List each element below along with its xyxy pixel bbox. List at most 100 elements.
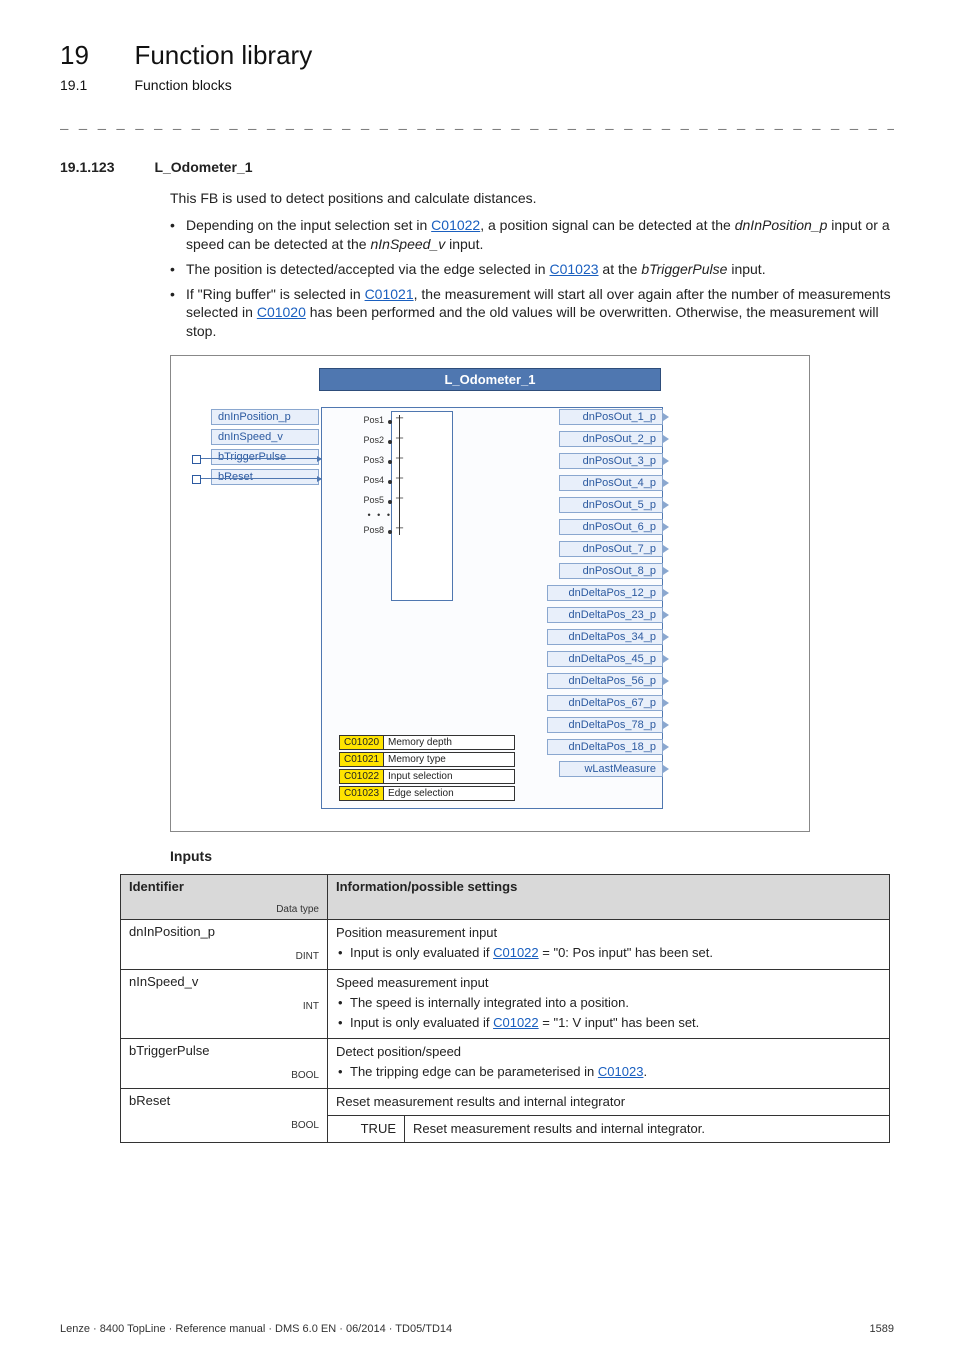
port-out: dnDeltaPos_23_p [547,607,663,623]
port-out: dnDeltaPos_18_p [547,739,663,755]
separator: _ _ _ _ _ _ _ _ _ _ _ _ _ _ _ _ _ _ _ _ … [60,117,894,133]
bullet-list: Depending on the input selection set in … [170,216,894,341]
link-c01022[interactable]: C01022 [431,217,480,233]
param-code: C01022 [340,770,384,783]
link-c01022[interactable]: C01022 [493,1015,539,1030]
param-text: Memory type [384,753,514,766]
param-text: Input selection [384,770,514,783]
param-row: C01021Memory type [339,752,515,767]
chapter-title: Function library [134,40,312,70]
link-c01022[interactable]: C01022 [493,945,539,960]
link-c01023[interactable]: C01023 [598,1064,644,1079]
tick-icon: ┬ [396,413,403,424]
param-text: Memory depth [384,736,514,749]
text: If "Ring buffer" is selected in [186,286,365,302]
section-title: Function blocks [134,77,231,93]
value-desc: Reset measurement results and internal i… [413,1121,705,1136]
terminal-icon [192,455,201,464]
tick-icon: ┼ [396,453,403,464]
text: Input is only evaluated if [350,1015,493,1030]
param-row: C01020Memory depth [339,735,515,750]
param-code: C01021 [340,753,384,766]
pos-label: Pos2 [356,435,384,445]
param-name: dnInPosition_p [735,217,828,233]
port-out: dnPosOut_4_p [559,475,663,491]
wire [201,458,321,459]
info-line: Reset measurement results and internal i… [336,1094,625,1109]
bullet-item: Depending on the input selection set in … [170,216,894,254]
pos-label: Pos8 [356,525,384,535]
link-c01023[interactable]: C01023 [549,261,598,277]
port-out: dnPosOut_3_p [559,453,663,469]
text: input. [445,236,483,252]
info-line: Position measurement input [336,925,497,940]
nested-table: TRUE Reset measurement results and inter… [328,1115,889,1142]
port-out: dnPosOut_2_p [559,431,663,447]
text: The position is detected/accepted via th… [186,261,549,277]
chapter-number: 19 [60,40,130,71]
link-c01021[interactable]: C01021 [365,286,414,302]
text: Input is only evaluated if [350,945,493,960]
info-bullet: The speed is internally integrated into … [336,994,881,1012]
table-header: Information/possible settings [328,875,890,920]
port-out: dnDeltaPos_45_p [547,651,663,667]
datatype: BOOL [129,1120,319,1131]
text: = "1: V input" has been set. [539,1015,700,1030]
port-out: dnDeltaPos_78_p [547,717,663,733]
table-row: dnInPosition_p DINT Position measurement… [121,920,890,969]
port-out: dnDeltaPos_67_p [547,695,663,711]
port-out: dnPosOut_6_p [559,519,663,535]
terminal-icon [192,475,201,484]
inputs-table: Identifier Data type Information/possibl… [120,874,890,1143]
datatype: INT [129,1001,319,1012]
header-identifier: Identifier [129,879,184,894]
param-row: C01023Edge selection [339,786,515,801]
inputs-heading: Inputs [170,848,894,864]
wire [201,478,321,479]
info-bullet: Input is only evaluated if C01022 = "0: … [336,944,881,962]
text: Depending on the input selection set in [186,217,431,233]
text: = "0: Pos input" has been set. [539,945,713,960]
info-bullet: Input is only evaluated if C01022 = "1: … [336,1014,881,1032]
table-row: bReset BOOL Reset measurement results an… [121,1088,890,1142]
port-out: dnPosOut_1_p [559,409,663,425]
port-out: dnPosOut_7_p [559,541,663,557]
subsection-header: 19.1.123 L_Odometer_1 [60,159,894,177]
param-name: nInSpeed_v [370,236,445,252]
identifier: bTriggerPulse [129,1043,209,1058]
info-line: Speed measurement input [336,975,488,990]
text: The tripping edge can be parameterised i… [350,1064,598,1079]
section-header: 19.1 Function blocks [60,71,894,95]
info-bullet: The tripping edge can be parameterised i… [336,1063,881,1081]
text: The speed is internally integrated into … [350,995,629,1010]
port-out: dnDeltaPos_56_p [547,673,663,689]
port-out: dnDeltaPos_34_p [547,629,663,645]
datatype: BOOL [129,1070,319,1081]
port-out: wLastMeasure [559,761,663,777]
subsection-title: L_Odometer_1 [154,159,252,175]
footer-left: Lenze · 8400 TopLine · Reference manual … [60,1323,452,1335]
identifier: nInSpeed_v [129,974,198,989]
param-code: C01023 [340,787,384,800]
port-out: dnPosOut_8_p [559,563,663,579]
link-c01020[interactable]: C01020 [257,304,306,320]
port-out: dnDeltaPos_12_p [547,585,663,601]
pos-label: Pos1 [356,415,384,425]
text: input. [727,261,765,277]
diagram-title: L_Odometer_1 [319,368,661,391]
header-info: Information/possible settings [336,879,517,894]
bullet-item: If "Ring buffer" is selected in C01021, … [170,285,894,342]
param-text: Edge selection [384,787,514,800]
subsection-number: 19.1.123 [60,159,150,175]
port-in: bReset [211,469,319,485]
tick-icon: ┴ [396,523,403,534]
param-name: bTriggerPulse [641,261,727,277]
section-number: 19.1 [60,77,130,93]
block-diagram: L_Odometer_1 dnInPosition_p dnInSpeed_v … [170,355,810,832]
tick-icon: ┼ [396,433,403,444]
table-row: bTriggerPulse BOOL Detect position/speed… [121,1039,890,1088]
port-out: dnPosOut_5_p [559,497,663,513]
port-in: bTriggerPulse [211,449,319,465]
identifier: dnInPosition_p [129,924,215,939]
table-header: Identifier Data type [121,875,328,920]
